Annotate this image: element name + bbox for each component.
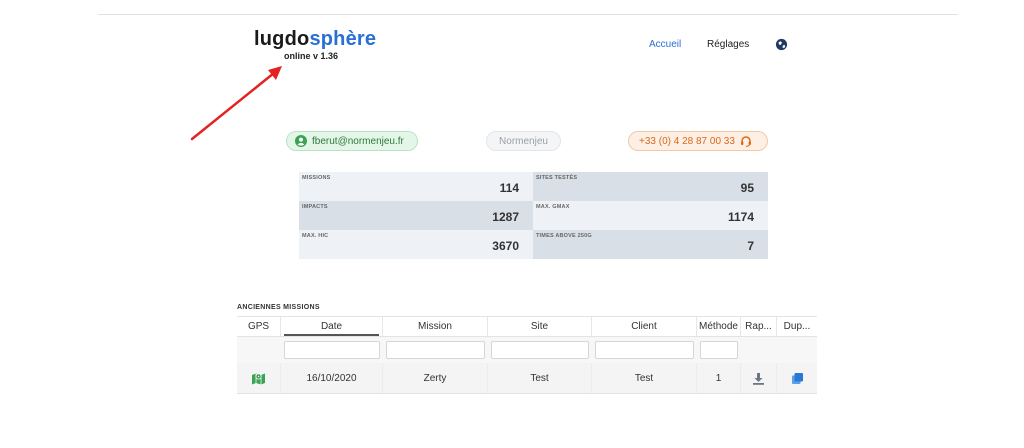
stat-label: IMPACTS	[302, 204, 328, 210]
top-divider	[98, 14, 958, 15]
nav-home-link[interactable]: Accueil	[649, 39, 681, 50]
missions-table: GPS Date Mission Site Client Méthode Rap…	[237, 316, 817, 394]
organization-badge: Normenjeu	[486, 131, 561, 151]
date-cell: 16/10/2020	[281, 363, 383, 393]
stat-max-gmax: MAX. GMAX 1174	[533, 201, 768, 230]
filter-cell-site	[488, 337, 592, 363]
filter-row	[237, 337, 817, 363]
mission-cell: Zerty	[383, 363, 488, 393]
download-icon[interactable]	[752, 372, 765, 385]
support-phone-badge[interactable]: +33 (0) 4 28 87 00 33	[628, 131, 768, 151]
annotation-arrow	[190, 66, 282, 141]
stat-label: MAX. GMAX	[536, 204, 570, 210]
stat-label: MISSIONS	[302, 175, 331, 181]
stat-label: MAX. HIC	[302, 233, 329, 239]
nav-settings-link[interactable]: Réglages	[707, 39, 749, 50]
filter-mission-input[interactable]	[386, 341, 485, 359]
globe-icon[interactable]	[775, 38, 788, 51]
filter-cell-report	[741, 337, 777, 363]
logo-part-2: sphère	[309, 28, 377, 50]
headset-icon	[740, 136, 751, 147]
stat-value: 7	[747, 239, 754, 253]
filter-date-input[interactable]	[284, 341, 380, 359]
column-header-gps[interactable]: GPS	[237, 317, 281, 336]
app-version: online v 1.36	[284, 51, 339, 61]
column-header-client[interactable]: Client	[592, 317, 697, 336]
stat-label: SITES TESTÉS	[536, 175, 578, 181]
logo-wordmark: lugdosphère	[254, 29, 376, 49]
filter-cell-duplicate	[777, 337, 817, 363]
stat-value: 1174	[727, 210, 754, 224]
stat-value: 114	[499, 181, 519, 195]
stat-missions: MISSIONS 114	[299, 172, 533, 201]
filter-cell-gps	[237, 337, 281, 363]
method-cell: 1	[697, 363, 741, 393]
stat-value: 3670	[492, 239, 519, 253]
missions-section-title: ANCIENNES MISSIONS	[237, 304, 320, 311]
duplicate-cell	[777, 363, 817, 393]
column-header-report[interactable]: Rap...	[741, 317, 777, 336]
filter-site-input[interactable]	[491, 341, 589, 359]
logo-part-1: lugdo	[254, 28, 310, 50]
user-icon	[295, 135, 307, 147]
column-header-duplicate[interactable]: Dup...	[777, 317, 817, 336]
column-header-method[interactable]: Méthode	[697, 317, 741, 336]
app-logo[interactable]: lugdosphère online v 1.36	[254, 29, 376, 61]
table-row[interactable]: 16/10/2020 Zerty Test Test 1	[237, 363, 817, 394]
map-marker-icon[interactable]	[251, 371, 266, 385]
stat-max-hic: MAX. HIC 3670	[299, 230, 533, 259]
filter-cell-client	[592, 337, 697, 363]
stat-impacts: IMPACTS 1287	[299, 201, 533, 230]
gps-cell	[237, 363, 281, 393]
stat-value: 1287	[492, 210, 519, 224]
user-email: fberut@normenjeu.fr	[312, 135, 404, 147]
table-header: GPS Date Mission Site Client Méthode Rap…	[237, 316, 817, 337]
filter-cell-date	[281, 337, 383, 363]
organization-name: Normenjeu	[499, 135, 548, 147]
column-header-mission[interactable]: Mission	[383, 317, 488, 336]
copy-icon[interactable]	[791, 372, 804, 385]
filter-client-input[interactable]	[595, 341, 694, 359]
report-cell	[741, 363, 777, 393]
filter-cell-method	[697, 337, 741, 363]
filter-cell-mission	[383, 337, 488, 363]
column-header-site[interactable]: Site	[488, 317, 592, 336]
stat-sites-tested: SITES TESTÉS 95	[533, 172, 768, 201]
stat-value: 95	[740, 181, 754, 195]
stat-times-above-250g: TIMES ABOVE 250G 7	[533, 230, 768, 259]
user-email-badge: fberut@normenjeu.fr	[286, 131, 418, 151]
support-phone: +33 (0) 4 28 87 00 33	[639, 135, 735, 147]
column-header-date[interactable]: Date	[281, 317, 383, 336]
site-cell: Test	[488, 363, 592, 393]
filter-method-input[interactable]	[700, 341, 738, 359]
stat-label: TIMES ABOVE 250G	[536, 233, 592, 239]
stats-panel: MISSIONS 114 SITES TESTÉS 95 IMPACTS 128…	[299, 172, 768, 259]
client-cell: Test	[592, 363, 697, 393]
